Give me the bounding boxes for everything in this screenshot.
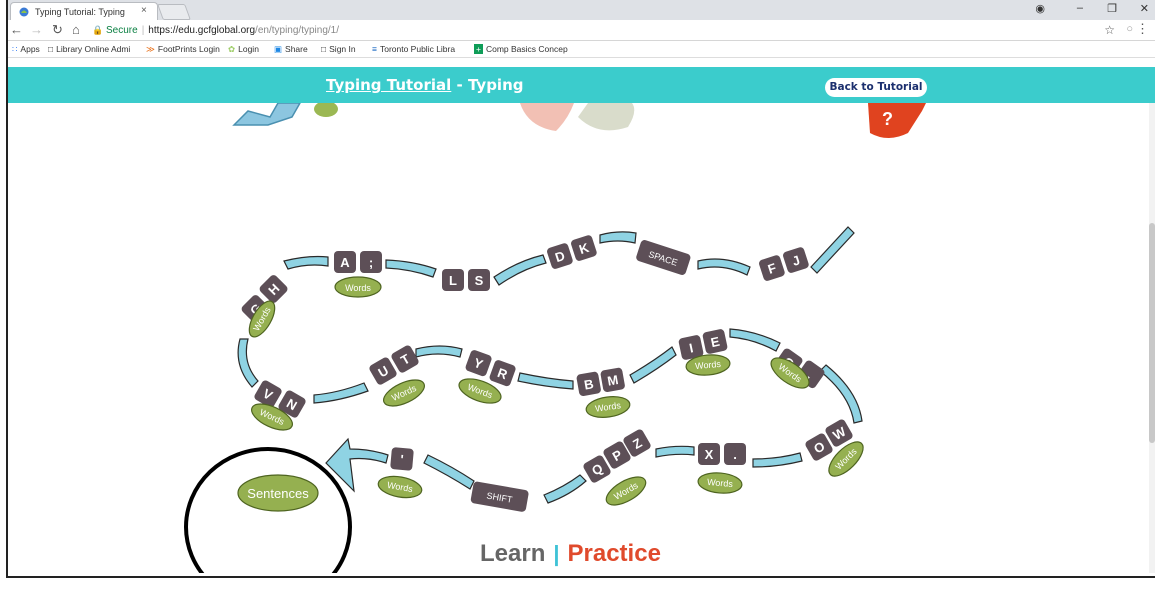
tpl-icon: ≡ — [372, 44, 377, 54]
road-segment — [810, 226, 855, 274]
road-segment — [697, 258, 751, 276]
scrollbar-thumb[interactable] — [1149, 223, 1155, 443]
learn-tab[interactable]: Learn — [480, 540, 545, 567]
bookmark-toronto-public-library[interactable]: ≡ Toronto Public Libra — [372, 44, 455, 54]
road-segment — [543, 474, 587, 504]
address-bar[interactable]: 🔒 Secure | https://edu.gcfglobal.org/en/ty… — [92, 22, 1092, 38]
page-subtitle: - Typing — [451, 76, 524, 94]
nav-toolbar: ← → ↻ ⌂ 🔒 Secure | https://edu.gcfglobal.o… — [8, 20, 1155, 41]
road-segment — [819, 364, 863, 424]
lesson-path-map: ? A ; L S D K SPACE F J G H V N U T Y R … — [184, 103, 926, 573]
tab-strip: Typing Tutorial: Typing × ◉ – ❐ ✕ — [8, 0, 1155, 20]
road-segment — [423, 454, 475, 490]
learn-practice-toggle: Learn | Practice — [480, 540, 661, 568]
key-tiles: A ; L S D K SPACE F J G H V N U T Y R B … — [241, 235, 853, 512]
url-host: https://edu.gcfglobal.org — [148, 25, 256, 36]
restore-icon[interactable]: ❐ — [1107, 2, 1117, 15]
page-scrollbar[interactable] — [1149, 103, 1155, 573]
page-icon: □ — [48, 44, 54, 54]
sentences-label: Sentences — [247, 486, 309, 501]
key-label: S — [475, 273, 484, 288]
bookmark-sign-in[interactable]: □ Sign In — [321, 44, 356, 54]
road-segment — [313, 382, 369, 404]
back-to-tutorial-button[interactable]: Back to Tutorial — [825, 78, 927, 97]
road-segment — [629, 346, 677, 384]
bookmark-comp-basics[interactable]: + Comp Basics Concep — [474, 44, 568, 54]
road-segment — [283, 255, 329, 270]
browser-menu-icon[interactable]: ⋮ — [1136, 21, 1149, 37]
login-icon: ✿ — [228, 44, 236, 54]
road-segment — [415, 345, 463, 358]
road-segment — [385, 259, 437, 278]
profile-icon[interactable]: ◉ — [1035, 2, 1045, 15]
bookmarks-bar: ∷ Apps □ Library Online Admi ≫ FootPrints L… — [8, 41, 1155, 58]
sharepoint-icon: ▣ — [274, 44, 283, 54]
footprints-icon: ≫ — [146, 44, 155, 54]
gcf-favicon-icon — [19, 7, 29, 17]
sheets-icon: + — [474, 44, 483, 54]
key-label: . — [733, 447, 737, 462]
road-segment — [517, 372, 574, 390]
key-label: L — [449, 273, 457, 288]
road-segment — [599, 231, 637, 244]
forward-arrow-icon[interactable]: → — [30, 22, 43, 37]
lock-icon: 🔒 — [92, 25, 104, 35]
decorative-speech-graphic — [520, 103, 574, 131]
key-label: A — [340, 255, 350, 270]
secure-label: Secure — [106, 25, 138, 36]
bookmark-footprints-login[interactable]: ≫ FootPrints Login — [146, 44, 220, 55]
minimize-icon[interactable]: – — [1077, 2, 1083, 14]
url-path: /en/typing/typing/1/ — [255, 25, 339, 36]
svg-text:?: ? — [882, 109, 893, 129]
words-label: Words — [345, 283, 371, 293]
reload-icon[interactable]: ↻ — [52, 22, 63, 38]
road-segment — [655, 445, 695, 458]
page-icon: □ — [321, 44, 327, 54]
decorative-arrow-graphic — [232, 103, 301, 126]
home-icon[interactable]: ⌂ — [72, 22, 80, 37]
road-segment — [237, 338, 259, 388]
tab-close-icon[interactable]: × — [141, 5, 147, 16]
bookmark-apps[interactable]: ∷ Apps — [12, 44, 40, 55]
key-label: ; — [369, 255, 373, 270]
typing-tutorial-link[interactable]: Typing Tutorial — [326, 76, 451, 94]
browser-tab[interactable]: Typing Tutorial: Typing × — [10, 2, 158, 20]
bookmark-library-online-admin[interactable]: □ Library Online Admi — [48, 44, 130, 54]
key-label: X — [705, 447, 714, 462]
browser-window: Typing Tutorial: Typing × ◉ – ❐ ✕ ← → ↻ … — [6, 0, 1155, 578]
road-segment — [493, 254, 547, 286]
back-arrow-icon[interactable]: ← — [10, 22, 23, 37]
new-tab-button[interactable] — [157, 4, 191, 20]
page-title: Typing Tutorial - Typing — [326, 76, 524, 94]
road-segment — [729, 328, 781, 352]
extension-icon[interactable]: ○ — [1126, 23, 1133, 35]
close-window-icon[interactable]: ✕ — [1140, 2, 1149, 15]
bookmark-share[interactable]: ▣ Share — [274, 44, 308, 55]
road-segment — [752, 452, 803, 468]
tab-title: Typing Tutorial: Typing — [35, 7, 125, 17]
decorative-question-graphic — [868, 103, 926, 138]
toggle-divider: | — [553, 541, 560, 566]
apps-grid-icon: ∷ — [12, 44, 18, 54]
decorative-bubble — [314, 103, 338, 117]
bookmark-login[interactable]: ✿ Login — [228, 44, 259, 55]
site-header: Typing Tutorial - Typing Back to Tutoria… — [8, 67, 1155, 103]
decorative-speech-graphic-2 — [578, 103, 635, 131]
practice-tab[interactable]: Practice — [568, 540, 661, 567]
bookmark-star-icon[interactable]: ☆ — [1104, 23, 1115, 37]
